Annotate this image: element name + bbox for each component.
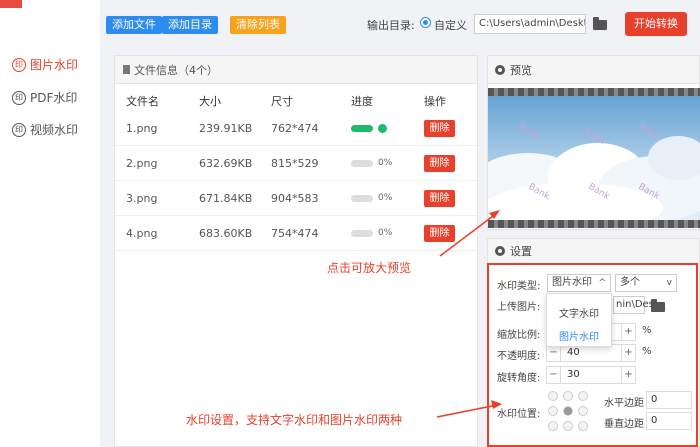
settings-hint-annotation: 水印设置，支持文字水印和图片水印两种 (186, 413, 403, 427)
preview-hint-annotation: 点击可放大预览 (327, 261, 412, 275)
annotation-arrows (436, 210, 502, 418)
